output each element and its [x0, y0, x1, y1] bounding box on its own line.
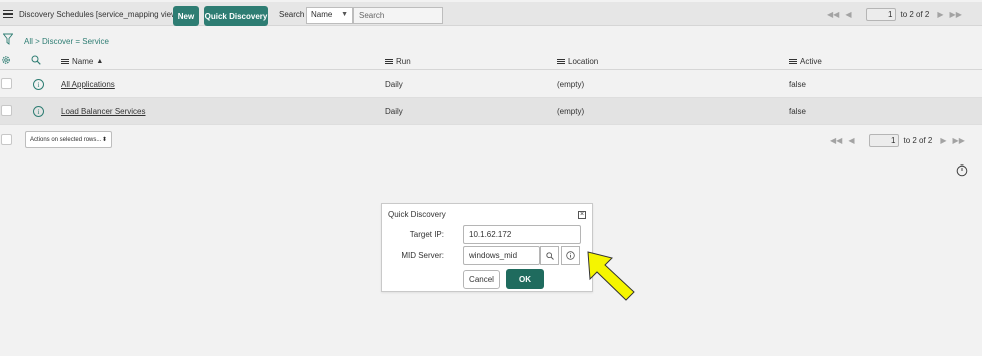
row-run: Daily	[385, 80, 403, 89]
search-icon[interactable]	[31, 55, 41, 65]
column-active-label: Active	[800, 57, 822, 66]
previous-page-icon[interactable]: ◀	[848, 136, 854, 145]
column-header-location[interactable]: Location	[557, 57, 598, 66]
filter-icon[interactable]	[3, 33, 13, 45]
top-pager: ◀◀ ◀ 1 to 2 of 2 ▶ ▶▶	[827, 8, 962, 21]
info-icon	[566, 251, 575, 260]
column-header-row	[0, 52, 982, 70]
column-menu-icon[interactable]	[557, 59, 565, 64]
column-run-label: Run	[396, 57, 411, 66]
info-icon[interactable]: i	[33, 106, 44, 117]
last-page-icon[interactable]: ▶▶	[953, 136, 965, 145]
sort-ascending-icon: ▲	[96, 58, 104, 65]
row-checkbox[interactable]	[1, 105, 12, 116]
row-location: (empty)	[557, 80, 585, 89]
page-range-text: to 2 of 2	[900, 10, 930, 19]
search-label: Search	[279, 10, 305, 19]
quick-discovery-dialog: Quick Discovery × Target IP: 10.1.62.172…	[381, 203, 593, 292]
table-row: i All Applications Daily (empty) false	[0, 71, 982, 98]
breadcrumb[interactable]: All > Discover = Service	[24, 37, 109, 46]
page-range-text: to 2 of 2	[903, 136, 933, 145]
column-header-active[interactable]: Active	[789, 57, 822, 66]
actions-select[interactable]: Actions on selected rows... ⬍	[25, 131, 112, 148]
previous-page-icon[interactable]: ◀	[845, 10, 851, 19]
mid-server-lookup-button[interactable]	[540, 246, 559, 265]
row-name-link[interactable]: Load Balancer Services	[61, 107, 146, 116]
column-menu-icon[interactable]	[385, 59, 393, 64]
pointer-arrow	[587, 251, 635, 301]
column-menu-icon[interactable]	[789, 59, 797, 64]
page-number-input[interactable]: 1	[866, 8, 897, 21]
info-icon[interactable]: i	[33, 79, 44, 90]
row-run: Daily	[385, 107, 403, 116]
first-page-icon[interactable]: ◀◀	[827, 10, 839, 19]
select-all-checkbox[interactable]	[1, 134, 12, 145]
new-button[interactable]: New	[173, 6, 199, 26]
row-checkbox[interactable]	[1, 78, 12, 89]
next-page-icon[interactable]: ▶	[937, 10, 943, 19]
column-name-label: Name	[72, 57, 94, 66]
mid-server-input[interactable]: windows_mid	[463, 246, 540, 265]
bottom-pager: ◀◀ ◀ 1 to 2 of 2 ▶ ▶▶	[830, 134, 965, 147]
search-icon	[545, 251, 554, 260]
row-location: (empty)	[557, 107, 585, 116]
mid-server-info-button[interactable]	[561, 246, 580, 265]
list-header-bar: Discovery Schedules [service_mapping vie…	[0, 2, 982, 26]
row-active: false	[789, 80, 806, 89]
target-ip-label: Target IP:	[409, 230, 444, 239]
cancel-button[interactable]: Cancel	[463, 270, 500, 289]
search-field-value: Name	[311, 10, 333, 19]
row-name-link[interactable]: All Applications	[61, 80, 115, 89]
list-title: Discovery Schedules [service_mapping vie…	[19, 10, 180, 19]
column-location-label: Location	[568, 57, 599, 66]
column-header-name[interactable]: Name ▲	[61, 57, 103, 66]
target-ip-input[interactable]: 10.1.62.172	[463, 225, 581, 244]
timer-icon[interactable]	[956, 164, 968, 177]
column-menu-icon[interactable]	[61, 59, 69, 64]
hamburger-icon[interactable]	[1, 5, 15, 23]
chevron-down-icon: ▼	[341, 11, 348, 18]
search-field-select[interactable]: Name ▼	[306, 7, 353, 24]
table-row: i Load Balancer Services Daily (empty) f…	[0, 98, 982, 125]
row-active: false	[789, 107, 806, 116]
close-icon[interactable]: ×	[578, 211, 586, 219]
mid-server-label: MID Server:	[401, 251, 444, 260]
first-page-icon[interactable]: ◀◀	[830, 136, 842, 145]
column-header-run[interactable]: Run	[385, 57, 411, 66]
ok-button[interactable]: OK	[506, 269, 544, 289]
next-page-icon[interactable]: ▶	[940, 136, 946, 145]
page-number-input[interactable]: 1	[869, 134, 900, 147]
quick-discovery-button[interactable]: Quick Discovery	[204, 6, 268, 26]
actions-select-label: Actions on selected rows...	[30, 136, 102, 143]
gear-icon[interactable]	[1, 55, 11, 65]
last-page-icon[interactable]: ▶▶	[950, 10, 962, 19]
updown-caret-icon: ⬍	[101, 137, 107, 143]
dialog-title: Quick Discovery	[388, 210, 446, 219]
search-input[interactable]	[353, 7, 443, 24]
